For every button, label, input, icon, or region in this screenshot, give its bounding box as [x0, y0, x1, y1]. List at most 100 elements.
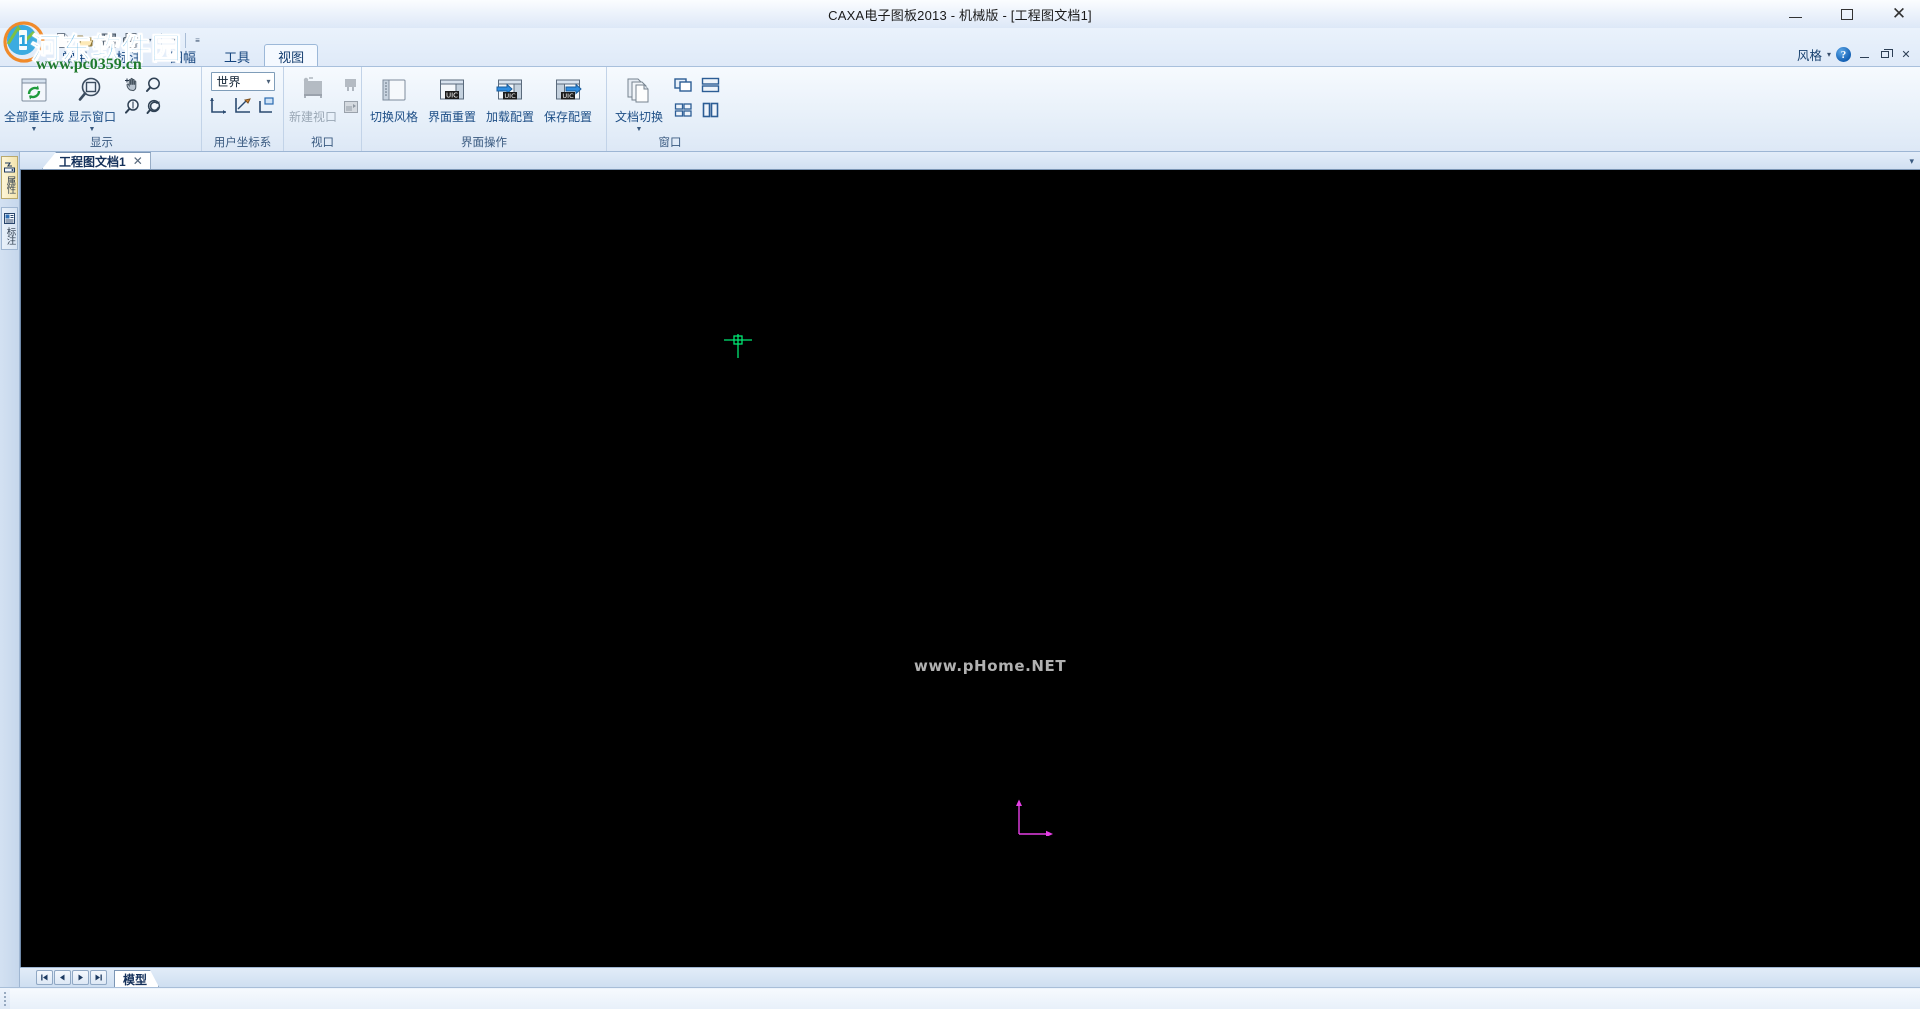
document-switch-label: 文档切换: [614, 110, 663, 124]
document-switch-icon: [623, 74, 655, 106]
panel-label-ui-operations: 界面操作: [461, 137, 507, 149]
window-arrange-icons: [673, 72, 721, 120]
tab-changyong[interactable]: 常用: [48, 45, 102, 66]
command-input[interactable]: [10, 988, 1920, 1009]
tab-biaozhu[interactable]: 标注: [102, 45, 156, 66]
sidebar-item-property[interactable]: 属性: [1, 156, 18, 199]
quick-access-and-tabs-row: ▾ ▾ ≡ 常用 标注 图幅 工具 视图 风格 ▾ ? ✕: [0, 28, 1920, 66]
sidebar-item-annotation[interactable]: 标注: [1, 207, 18, 250]
document-tab[interactable]: 工程图文档1 ✕: [42, 152, 151, 169]
tab-tufu[interactable]: 图幅: [156, 45, 210, 66]
application-window: CAXA电子图板2013 - 机械版 - [工程图文档1] ✕ ▾ ▾ ≡ 常用…: [0, 0, 1920, 1009]
document-restore-button[interactable]: [1877, 48, 1893, 62]
tile-grid-icon[interactable]: [673, 99, 694, 120]
save-config-button[interactable]: UIC 保存配置: [540, 72, 596, 125]
switch-style-icon: [378, 74, 410, 106]
svg-text:UIC: UIC: [504, 92, 516, 100]
new-ucs-icon[interactable]: [208, 95, 229, 116]
annotation-icon: [3, 211, 17, 225]
cascade-windows-icon[interactable]: [673, 74, 694, 95]
tab-label: 标注: [116, 50, 143, 65]
tab-label: 常用: [62, 50, 89, 65]
regenerate-all-button[interactable]: 全部重生成 ▼: [4, 72, 64, 133]
first-sheet-button[interactable]: [36, 970, 53, 985]
ribbon-tabs: 常用 标注 图幅 工具 视图: [48, 44, 319, 66]
command-bar-grip[interactable]: [0, 989, 10, 1009]
last-sheet-button[interactable]: [90, 970, 107, 985]
command-bar: [0, 987, 1920, 1009]
uic-load-icon: UIC: [494, 74, 526, 106]
tile-vertical-icon[interactable]: [700, 99, 721, 120]
svg-text:UIC: UIC: [446, 92, 458, 100]
property-icon: [3, 160, 17, 174]
new-viewport-button[interactable]: 新建视口: [288, 72, 338, 125]
zoom-out-icon[interactable]: [122, 96, 143, 117]
ucs-mini-icons: [208, 95, 277, 116]
help-icon[interactable]: ?: [1836, 47, 1851, 62]
viewport-join-icon[interactable]: [340, 74, 361, 95]
switch-style-label: 切换风格: [369, 110, 418, 124]
new-viewport-icon: [297, 74, 329, 106]
sheet-tab-model[interactable]: 模型: [114, 970, 159, 987]
chevron-down-icon[interactable]: ▾: [266, 77, 270, 86]
switch-style-button[interactable]: 切换风格: [366, 72, 422, 125]
minimize-button[interactable]: [1782, 4, 1808, 24]
chevron-down-icon[interactable]: ▾: [1909, 156, 1914, 167]
canvas-watermark: www.pHome.NET: [914, 657, 1067, 675]
tab-gongju[interactable]: 工具: [210, 45, 264, 66]
regenerate-all-icon: [18, 74, 50, 106]
tab-shitu[interactable]: 视图: [264, 44, 319, 66]
ribbon-panel-windows: 文档切换 ▼ 窗口: [607, 67, 733, 151]
pan-icon[interactable]: [122, 74, 143, 95]
chevron-down-icon[interactable]: ▼: [636, 126, 643, 133]
panel-label-ucs: 用户坐标系: [213, 137, 272, 149]
window-controls: ✕: [1782, 0, 1912, 28]
crosshair-cursor-icon: [724, 334, 752, 358]
ucs-combo[interactable]: 世界 ▾: [210, 72, 275, 91]
ui-reset-label: 界面重置: [427, 110, 476, 124]
maximize-button[interactable]: [1834, 4, 1860, 24]
close-button[interactable]: ✕: [1886, 4, 1912, 24]
ucs-manager-icon[interactable]: [256, 95, 277, 116]
next-sheet-button[interactable]: [72, 970, 89, 985]
load-config-button[interactable]: UIC 加载配置: [482, 72, 538, 125]
document-switch-button[interactable]: 文档切换 ▼: [611, 72, 667, 133]
drawing-canvas[interactable]: www.pHome.NET: [20, 170, 1920, 967]
sidebar-item-label: 属性: [4, 176, 16, 193]
new-viewport-label: 新建视口: [289, 110, 338, 124]
document-close-button[interactable]: ✕: [1898, 48, 1914, 62]
sheet-tab-label: 模型: [123, 972, 148, 987]
ucs-axis-indicator-icon: [1016, 798, 1058, 838]
zoom-in-icon[interactable]: [144, 74, 165, 95]
document-minimize-button[interactable]: [1856, 48, 1872, 62]
prev-sheet-button[interactable]: [54, 970, 71, 985]
tab-label: 工具: [224, 50, 251, 65]
zoom-window-icon: [76, 74, 108, 106]
ribbon-panel-display: 全部重生成 ▼ 显示窗口 ▼ 显示: [2, 67, 202, 151]
save-config-label: 保存配置: [543, 110, 592, 124]
chevron-down-icon[interactable]: ▾: [1827, 50, 1831, 59]
uic-save-icon: UIC: [552, 74, 584, 106]
tile-horizontal-icon[interactable]: [700, 74, 721, 95]
ribbon: 全部重生成 ▼ 显示窗口 ▼ 显示 世界 ▾ 用户坐标系 新建视口 视口 切换风…: [0, 66, 1920, 152]
edit-ucs-icon[interactable]: [232, 95, 253, 116]
ui-reset-button[interactable]: UIC 界面重置: [424, 72, 480, 125]
ucs-combo-value: 世界: [216, 75, 241, 89]
chevron-down-icon[interactable]: ▼: [89, 126, 96, 133]
viewport-settings-icon[interactable]: [340, 96, 361, 117]
zoom-window-button[interactable]: 显示窗口 ▼: [64, 72, 120, 133]
zoom-previous-icon[interactable]: [144, 96, 165, 117]
window-title: CAXA电子图板2013 - 机械版 - [工程图文档1]: [828, 7, 1092, 23]
workspace: 属性 标注 工程图文档1 ✕ ▾ www.pHome.NET 模型: [0, 152, 1920, 987]
sidebar-item-label: 标注: [4, 227, 16, 244]
sheet-tab-bar: 模型: [20, 967, 1920, 987]
zoom-window-label: 显示窗口: [67, 110, 116, 124]
ribbon-panel-ucs: 世界 ▾ 用户坐标系: [202, 67, 284, 151]
document-area: 工程图文档1 ✕ ▾ www.pHome.NET 模型: [20, 152, 1920, 987]
tab-label: 图幅: [170, 50, 197, 65]
style-and-document-controls: 风格 ▾ ? ✕: [1797, 45, 1914, 64]
left-dock-bar: 属性 标注: [0, 152, 20, 987]
close-icon[interactable]: ✕: [133, 154, 143, 168]
chevron-down-icon[interactable]: ▼: [31, 126, 38, 133]
style-label[interactable]: 风格: [1797, 45, 1822, 64]
